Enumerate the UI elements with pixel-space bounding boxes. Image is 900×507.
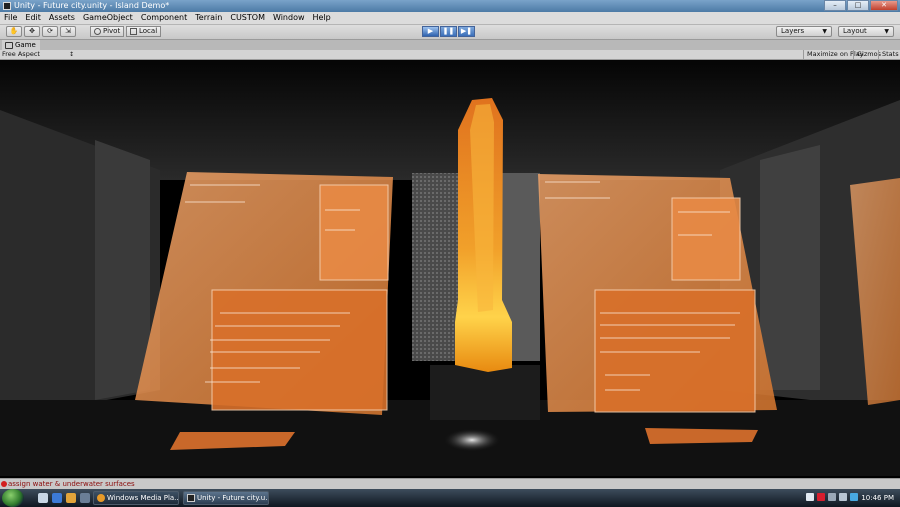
layers-dropdown[interactable]: Layers ▼	[776, 26, 832, 37]
local-toggle[interactable]: Local	[126, 26, 162, 37]
volume-icon[interactable]	[839, 493, 847, 501]
scale-tool-button[interactable]: ⇲	[60, 26, 76, 37]
play-button[interactable]: ▶	[422, 26, 439, 37]
system-tray	[806, 493, 858, 501]
menu-help[interactable]: Help	[309, 12, 335, 24]
start-button[interactable]	[2, 489, 24, 507]
scene-pedestal	[430, 365, 540, 420]
hand-tool-button[interactable]: ✋	[6, 26, 22, 37]
scale-icon: ⇲	[65, 27, 71, 35]
chevron-down-icon: ▼	[822, 28, 827, 35]
menu-edit[interactable]: Edit	[21, 12, 45, 24]
menu-component[interactable]: Component	[137, 12, 191, 24]
menu-terrain[interactable]: Terrain	[191, 12, 226, 24]
layers-label: Layers	[781, 27, 805, 35]
explorer-icon[interactable]	[66, 493, 76, 503]
menu-file[interactable]: File	[0, 12, 21, 24]
pivot-toggle[interactable]: Pivot	[90, 26, 125, 37]
step-button[interactable]: ▶❚	[458, 26, 475, 37]
scene-render	[0, 60, 900, 476]
move-tool-button[interactable]: ✥	[24, 26, 40, 37]
taskbar-item-label: Windows Media Pla...	[107, 494, 179, 502]
scene-floor-glow	[442, 428, 502, 452]
error-icon	[1, 481, 7, 487]
aspect-label: Free Aspect	[2, 50, 40, 58]
updown-chevron-icon: ↕	[68, 51, 74, 58]
right-panel-window-1	[671, 197, 741, 281]
hand-icon: ✋	[9, 27, 19, 35]
unity-icon	[187, 494, 195, 502]
right-panel-base	[645, 428, 758, 444]
layout-dropdown[interactable]: Layout ▼	[838, 26, 894, 37]
left-panel-window-1	[319, 184, 389, 281]
close-button[interactable]: ✕	[870, 0, 898, 11]
minimize-button[interactable]: –	[824, 0, 846, 11]
tray-app-icon[interactable]	[850, 493, 858, 501]
pivot-label: Pivot	[103, 27, 121, 35]
menu-assets[interactable]: Assets	[45, 12, 79, 24]
rotate-tool-button[interactable]: ⟳	[42, 26, 58, 37]
chevron-down-icon: ▼	[884, 28, 889, 35]
layout-label: Layout	[843, 27, 867, 35]
game-viewport[interactable]	[0, 60, 900, 476]
pause-icon: ❚❚	[442, 27, 455, 35]
window-title: Unity - Future city.unity - Island Demo*	[14, 1, 170, 10]
local-label: Local	[139, 27, 158, 35]
scene-right-pillar	[760, 145, 820, 390]
game-view-icon	[5, 41, 13, 49]
rotate-icon: ⟳	[47, 27, 53, 35]
tab-game-label: Game	[15, 41, 36, 49]
windows-taskbar: Windows Media Pla... Unity - Future city…	[0, 489, 900, 507]
scene-left-pillar	[95, 140, 150, 400]
title-bar: Unity - Future city.unity - Island Demo*…	[0, 0, 900, 12]
maximize-button[interactable]: □	[847, 0, 869, 11]
media-player-icon	[97, 494, 105, 502]
tab-game[interactable]: Game	[2, 40, 40, 50]
taskbar-item-unity[interactable]: Unity - Future city.u...	[183, 491, 269, 505]
ie-icon[interactable]	[52, 493, 62, 503]
unity-app-icon	[3, 2, 11, 10]
window-controls: – □ ✕	[824, 0, 898, 11]
network-icon[interactable]	[828, 493, 836, 501]
menu-bar: File Edit Assets GameObject Component Te…	[0, 12, 900, 25]
game-tab-strip: Game	[0, 40, 900, 50]
right-panel-window-2	[594, 289, 756, 413]
stats-toggle[interactable]: Stats	[878, 50, 900, 59]
main-toolbar: ✋ ✥ ⟳ ⇲ Pivot Local ▶ ❚❚ ▶❚ Layers ▼ Lay…	[0, 25, 900, 40]
taskbar-clock[interactable]: 10:46 PM	[861, 489, 894, 507]
step-icon: ▶❚	[460, 27, 473, 35]
game-view-toolbar: Free Aspect ↕ Maximize on Play Gizmos St…	[0, 50, 900, 60]
taskbar-item-media-player[interactable]: Windows Media Pla...	[93, 491, 179, 505]
menu-gameobject[interactable]: GameObject	[79, 12, 137, 24]
show-desktop-icon[interactable]	[38, 493, 48, 503]
menu-custom[interactable]: CUSTOM	[226, 12, 269, 24]
aspect-dropdown[interactable]: Free Aspect ↕	[2, 50, 74, 59]
taskbar-item-label: Unity - Future city.u...	[197, 494, 269, 502]
move-icon: ✥	[29, 27, 35, 35]
local-icon	[130, 28, 137, 35]
switch-windows-icon[interactable]	[80, 493, 90, 503]
pause-button[interactable]: ❚❚	[440, 26, 457, 37]
chevron-left-icon[interactable]	[806, 493, 814, 501]
left-panel-window-2	[211, 289, 388, 411]
pivot-icon	[94, 28, 101, 35]
play-icon: ▶	[427, 27, 434, 35]
ati-icon[interactable]	[817, 493, 825, 501]
menu-window[interactable]: Window	[269, 12, 309, 24]
